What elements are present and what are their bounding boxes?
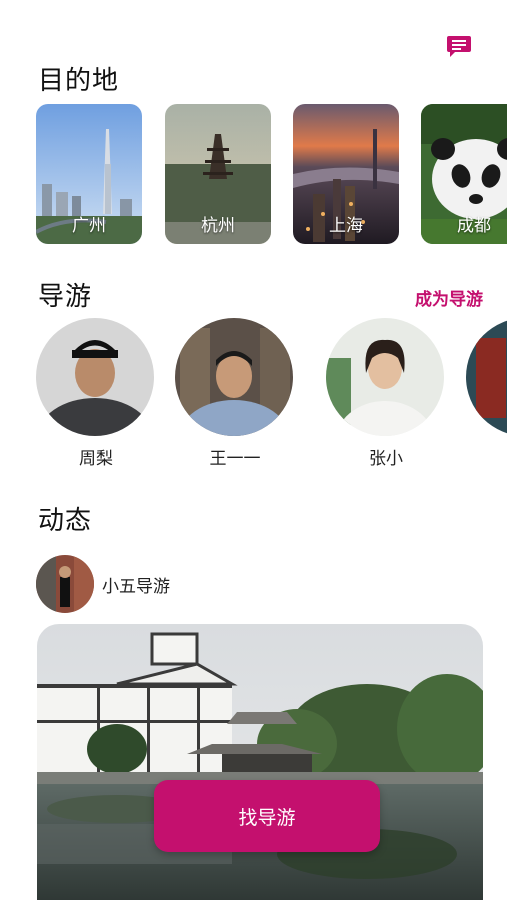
guide-item[interactable]: 张小	[326, 318, 446, 469]
guide-avatar	[36, 318, 154, 436]
become-guide-link[interactable]: 成为导游	[415, 285, 483, 310]
poster-name: 小五导游	[102, 576, 170, 597]
guide-avatar	[326, 318, 444, 436]
guide-item[interactable]: 王一一	[175, 318, 295, 469]
destination-label: 杭州	[201, 216, 235, 236]
destinations-title: 目的地	[38, 66, 120, 96]
guide-item[interactable]	[466, 318, 507, 436]
guide-avatar	[175, 318, 293, 436]
feed-title: 动态	[38, 506, 93, 536]
feed-post-image[interactable]	[37, 624, 483, 900]
guide-name: 王一一	[209, 449, 261, 469]
guide-item[interactable]: 周梨	[36, 318, 156, 469]
guide-name: 周梨	[79, 449, 113, 469]
destination-card-guangzhou[interactable]: 广州	[36, 104, 142, 244]
guides-title: 导游	[38, 282, 93, 312]
destination-card-hangzhou[interactable]: 杭州	[165, 104, 271, 244]
poster-avatar	[36, 555, 94, 613]
guide-avatar	[466, 318, 507, 436]
feed-poster[interactable]: 小五导游	[36, 555, 170, 613]
find-guide-button[interactable]: 找导游	[154, 780, 380, 852]
destination-label: 上海	[329, 216, 363, 236]
suzhou-museum-photo	[37, 624, 483, 900]
destination-label: 成都	[457, 216, 491, 236]
chat-bubble-icon	[447, 36, 471, 57]
guides-carousel[interactable]: 周梨 王一一 张小	[0, 318, 507, 478]
destination-label: 广州	[72, 216, 106, 236]
destinations-carousel[interactable]: 广州 杭州 上海 成都	[36, 104, 507, 246]
guide-name: 张小	[369, 449, 403, 469]
destination-card-chengdu[interactable]: 成都	[421, 104, 507, 244]
destination-card-shanghai[interactable]: 上海	[293, 104, 399, 244]
message-button[interactable]	[446, 34, 472, 58]
